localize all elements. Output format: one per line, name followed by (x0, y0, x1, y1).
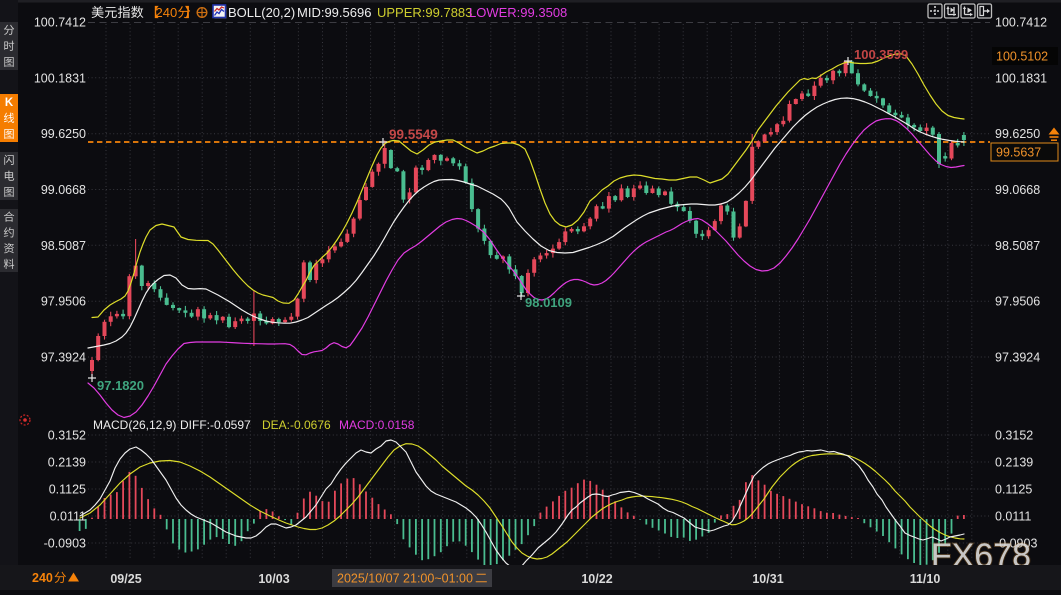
svg-text:0.2139: 0.2139 (995, 456, 1033, 470)
svg-text:MID:99.5696: MID:99.5696 (297, 5, 371, 20)
svg-text:97.9506: 97.9506 (41, 295, 86, 309)
svg-text:98.0109: 98.0109 (525, 295, 572, 310)
svg-text:UPPER:99.7883: UPPER:99.7883 (377, 5, 472, 20)
svg-text:LOWER:99.3508: LOWER:99.3508 (469, 5, 567, 20)
svg-text:10/22: 10/22 (581, 572, 612, 586)
svg-text:09/25: 09/25 (110, 572, 141, 586)
svg-text:0.0111: 0.0111 (995, 510, 1031, 524)
svg-text:0.2139: 0.2139 (48, 456, 86, 470)
svg-text:2025/10/07 21:00~01:00: 2025/10/07 21:00~01:00 (337, 572, 473, 586)
svg-text:0.3152: 0.3152 (48, 429, 86, 443)
svg-text:97.9506: 97.9506 (995, 295, 1040, 309)
svg-text:MACD(26,12,9): MACD(26,12,9) (93, 418, 176, 432)
svg-text:10/03: 10/03 (258, 572, 289, 586)
svg-text:97.3924: 97.3924 (41, 351, 86, 365)
svg-text:99.5549: 99.5549 (389, 127, 438, 142)
svg-text:0.1125: 0.1125 (995, 483, 1032, 497)
svg-text:240: 240 (156, 5, 178, 20)
svg-text:100.1831: 100.1831 (995, 71, 1047, 85)
svg-text:0.0111: 0.0111 (50, 510, 86, 524)
svg-text:97.3924: 97.3924 (995, 351, 1040, 365)
svg-text:100.3599: 100.3599 (854, 47, 908, 62)
svg-text:DEA:-0.0676: DEA:-0.0676 (262, 418, 331, 432)
svg-text:240: 240 (32, 571, 53, 585)
svg-text:98.5087: 98.5087 (41, 239, 86, 253)
svg-text:0.1125: 0.1125 (49, 483, 86, 497)
svg-text:100.7412: 100.7412 (34, 16, 86, 30)
svg-text:10/31: 10/31 (752, 572, 783, 586)
svg-text:99.0668: 99.0668 (995, 183, 1040, 197)
svg-text:DIFF:-0.0597: DIFF:-0.0597 (180, 418, 251, 432)
svg-text:99.5637: 99.5637 (996, 146, 1041, 160)
svg-text:MACD:0.0158: MACD:0.0158 (339, 418, 415, 432)
svg-text:97.1820: 97.1820 (97, 378, 144, 393)
svg-text:100.1831: 100.1831 (34, 71, 86, 85)
svg-text:99.6250: 99.6250 (995, 127, 1040, 141)
svg-text:11/10: 11/10 (910, 572, 941, 586)
svg-text:K: K (5, 97, 14, 109)
svg-text:0.3152: 0.3152 (995, 429, 1033, 443)
svg-text:99.6250: 99.6250 (41, 127, 86, 141)
svg-text:-0.0903: -0.0903 (44, 537, 86, 551)
svg-text:100.7412: 100.7412 (995, 16, 1047, 30)
svg-text:BOLL(20,2): BOLL(20,2) (228, 5, 295, 20)
svg-text:100.5102: 100.5102 (996, 50, 1048, 64)
svg-text:98.5087: 98.5087 (995, 239, 1040, 253)
svg-text:99.0668: 99.0668 (41, 183, 86, 197)
